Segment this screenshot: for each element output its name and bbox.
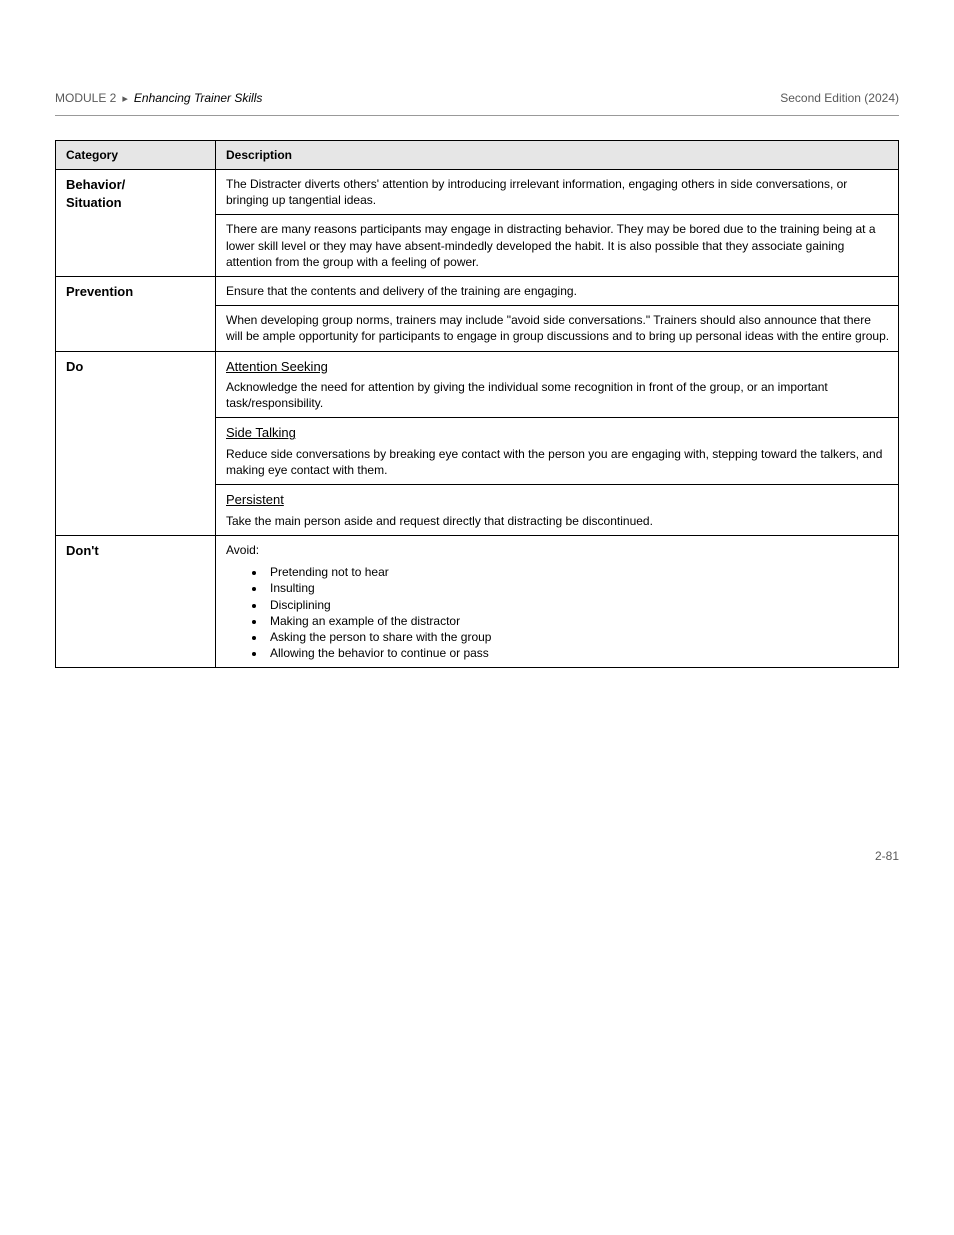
row-do-desc: Attention Seeking Acknowledge the need f… bbox=[216, 351, 899, 536]
row-dont-top: Avoid: bbox=[226, 542, 890, 558]
table-row: Do Attention Seeking Acknowledge the nee… bbox=[56, 351, 899, 536]
row-divider bbox=[216, 214, 898, 215]
list-item: Allowing the behavior to continue or pas… bbox=[266, 645, 890, 661]
row-prevention-label: Prevention bbox=[56, 276, 216, 351]
list-item: Insulting bbox=[266, 580, 890, 596]
row-divider bbox=[216, 417, 898, 418]
row-behavior-desc: The Distracter diverts others' attention… bbox=[216, 170, 899, 277]
subtext-attention: Acknowledge the need for attention by gi… bbox=[226, 379, 890, 411]
row-dont-desc: Avoid: Pretending not to hear Insulting … bbox=[216, 536, 899, 668]
subtext-persistent: Take the main person aside and request d… bbox=[226, 513, 890, 529]
breadcrumb: MODULE 2 ▸ Enhancing Trainer Skills bbox=[55, 90, 262, 107]
chevron-right-icon: ▸ bbox=[122, 92, 128, 107]
list-item: Making an example of the distractor bbox=[266, 613, 890, 629]
header-divider bbox=[55, 115, 899, 116]
table-header-category: Category bbox=[56, 140, 216, 169]
row-prevention-desc: Ensure that the contents and delivery of… bbox=[216, 276, 899, 351]
row-divider bbox=[216, 484, 898, 485]
subheading-attention: Attention Seeking bbox=[226, 358, 890, 376]
subheading-persistent: Persistent bbox=[226, 491, 890, 509]
list-item: Disciplining bbox=[266, 597, 890, 613]
row-dont-label: Don't bbox=[56, 536, 216, 668]
row-prevention-top: Ensure that the contents and delivery of… bbox=[226, 283, 890, 299]
row-prevention-bottom: When developing group norms, trainers ma… bbox=[226, 312, 890, 344]
table-header-description: Description bbox=[216, 140, 899, 169]
table-header-row: Category Description bbox=[56, 140, 899, 169]
do-section: Side Talking Reduce side conversations b… bbox=[226, 424, 890, 478]
table-row: Behavior/ Situation The Distracter diver… bbox=[56, 170, 899, 277]
page-number: 2-81 bbox=[55, 848, 899, 864]
breadcrumb-root: MODULE 2 bbox=[55, 90, 116, 106]
row-do-label: Do bbox=[56, 351, 216, 536]
row-behavior-top: The Distracter diverts others' attention… bbox=[226, 176, 890, 208]
list-item: Pretending not to hear bbox=[266, 564, 890, 580]
page-header: MODULE 2 ▸ Enhancing Trainer Skills Seco… bbox=[55, 90, 899, 107]
page: MODULE 2 ▸ Enhancing Trainer Skills Seco… bbox=[0, 0, 954, 865]
row-behavior-bottom: There are many reasons participants may … bbox=[226, 221, 890, 270]
do-section: Attention Seeking Acknowledge the need f… bbox=[226, 358, 890, 412]
row-behavior-label: Behavior/ Situation bbox=[56, 170, 216, 277]
do-section: Persistent Take the main person aside an… bbox=[226, 491, 890, 529]
edition-line: Second Edition (2024) bbox=[780, 90, 899, 106]
subtext-side-talking: Reduce side conversations by breaking ey… bbox=[226, 446, 890, 478]
subheading-side-talking: Side Talking bbox=[226, 424, 890, 442]
table-row: Prevention Ensure that the contents and … bbox=[56, 276, 899, 351]
list-item: Asking the person to share with the grou… bbox=[266, 629, 890, 645]
row-divider bbox=[216, 305, 898, 306]
category-table: Category Description Behavior/ Situation… bbox=[55, 140, 899, 669]
table-row: Don't Avoid: Pretending not to hear Insu… bbox=[56, 536, 899, 668]
breadcrumb-title: Enhancing Trainer Skills bbox=[134, 90, 263, 106]
dont-bullet-list: Pretending not to hear Insulting Discipl… bbox=[226, 564, 890, 661]
